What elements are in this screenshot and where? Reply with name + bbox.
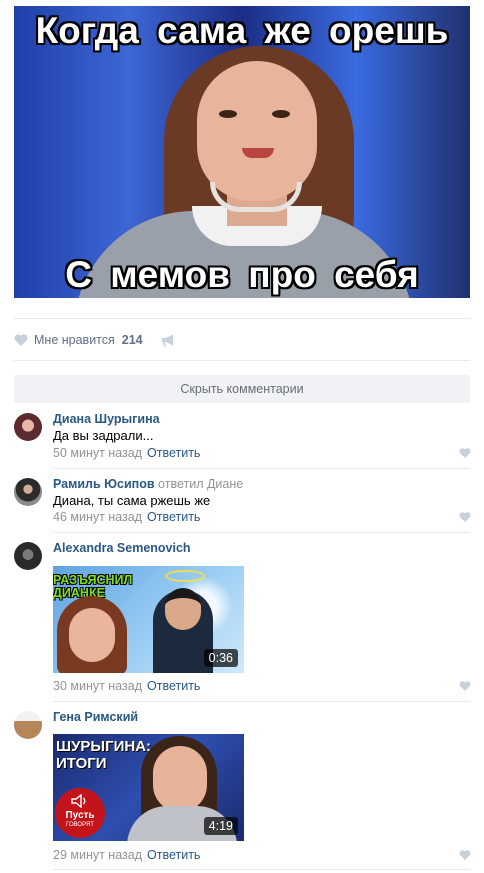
comment-meta: 30 минут назад Ответить (53, 679, 200, 693)
avatar[interactable] (14, 711, 42, 739)
post-image[interactable]: Когда сама же орешь С мемов про себя (14, 6, 470, 298)
comment-author[interactable]: Гена Римский (53, 710, 138, 724)
avatar[interactable] (14, 542, 42, 570)
reply-link[interactable]: Ответить (147, 510, 200, 524)
comment-text: Да вы задрали... (53, 428, 154, 443)
image-eye-left (219, 110, 237, 118)
divider (14, 318, 470, 319)
heart-icon[interactable] (459, 681, 471, 691)
meme-caption-top: Когда сама же орешь (35, 10, 449, 51)
comment-meta: 50 минут назад Ответить (53, 446, 200, 460)
comment-meta: 29 минут назад Ответить (53, 848, 200, 862)
image-mouth (242, 148, 274, 158)
comment-text: Диана, ты сама ржешь же (53, 493, 211, 508)
comment-author-line: Рамиль Юсипов ответил Диане (53, 477, 243, 491)
heart-icon (14, 334, 28, 346)
image-face (197, 61, 317, 201)
divider (53, 701, 470, 702)
thumbnail-face-right (165, 588, 201, 630)
replied-to[interactable]: ответил Диане (158, 477, 243, 491)
comment-time[interactable]: 50 минут назад (53, 446, 142, 460)
video-thumbnail[interactable]: ШУРЫГИНА: ИТОГИ Пусть ГОВОРЯТ 4:19 (53, 734, 244, 841)
video-thumbnail[interactable]: РАЗЪЯСНИЛ ДИАНКЕ 0:36 (53, 566, 244, 673)
video-title: ШУРЫГИНА: ИТОГИ (56, 738, 152, 772)
comment-author[interactable]: Рамиль Юсипов (53, 477, 155, 491)
like-label: Мне нравится (34, 333, 115, 347)
like-count: 214 (121, 333, 143, 347)
divider (53, 869, 470, 870)
thumbnail-face (153, 746, 207, 812)
reply-link[interactable]: Ответить (147, 679, 200, 693)
divider (14, 360, 470, 361)
comment-author[interactable]: Диана Шурыгина (53, 412, 160, 426)
comment-time[interactable]: 46 минут назад (53, 510, 142, 524)
comment-time[interactable]: 30 минут назад (53, 679, 142, 693)
comment-time[interactable]: 29 минут назад (53, 848, 142, 862)
avatar[interactable] (14, 413, 42, 441)
halo-icon (165, 570, 205, 582)
speaker-icon (71, 793, 86, 809)
avatar[interactable] (14, 478, 42, 506)
video-duration: 0:36 (203, 649, 238, 667)
thumbnail-face-left (69, 608, 115, 662)
heart-icon[interactable] (459, 512, 471, 522)
video-duration: 4:19 (203, 817, 238, 835)
divider (53, 532, 470, 533)
comment-author[interactable]: Alexandra Semenovich (53, 541, 191, 555)
show-logo: Пусть ГОВОРЯТ (55, 788, 105, 838)
comment-meta: 46 минут назад Ответить (53, 510, 200, 524)
divider (53, 468, 470, 469)
heart-icon[interactable] (459, 850, 471, 860)
like-button[interactable]: Мне нравится 214 (14, 330, 176, 350)
reply-link[interactable]: Ответить (147, 848, 200, 862)
heart-icon[interactable] (459, 448, 471, 458)
hide-comments-button[interactable]: Скрыть комментарии (14, 375, 470, 403)
megaphone-icon[interactable] (161, 334, 176, 347)
image-eye-right (272, 110, 290, 118)
reply-link[interactable]: Ответить (147, 446, 200, 460)
meme-caption-bottom: С мемов про себя (65, 254, 419, 295)
